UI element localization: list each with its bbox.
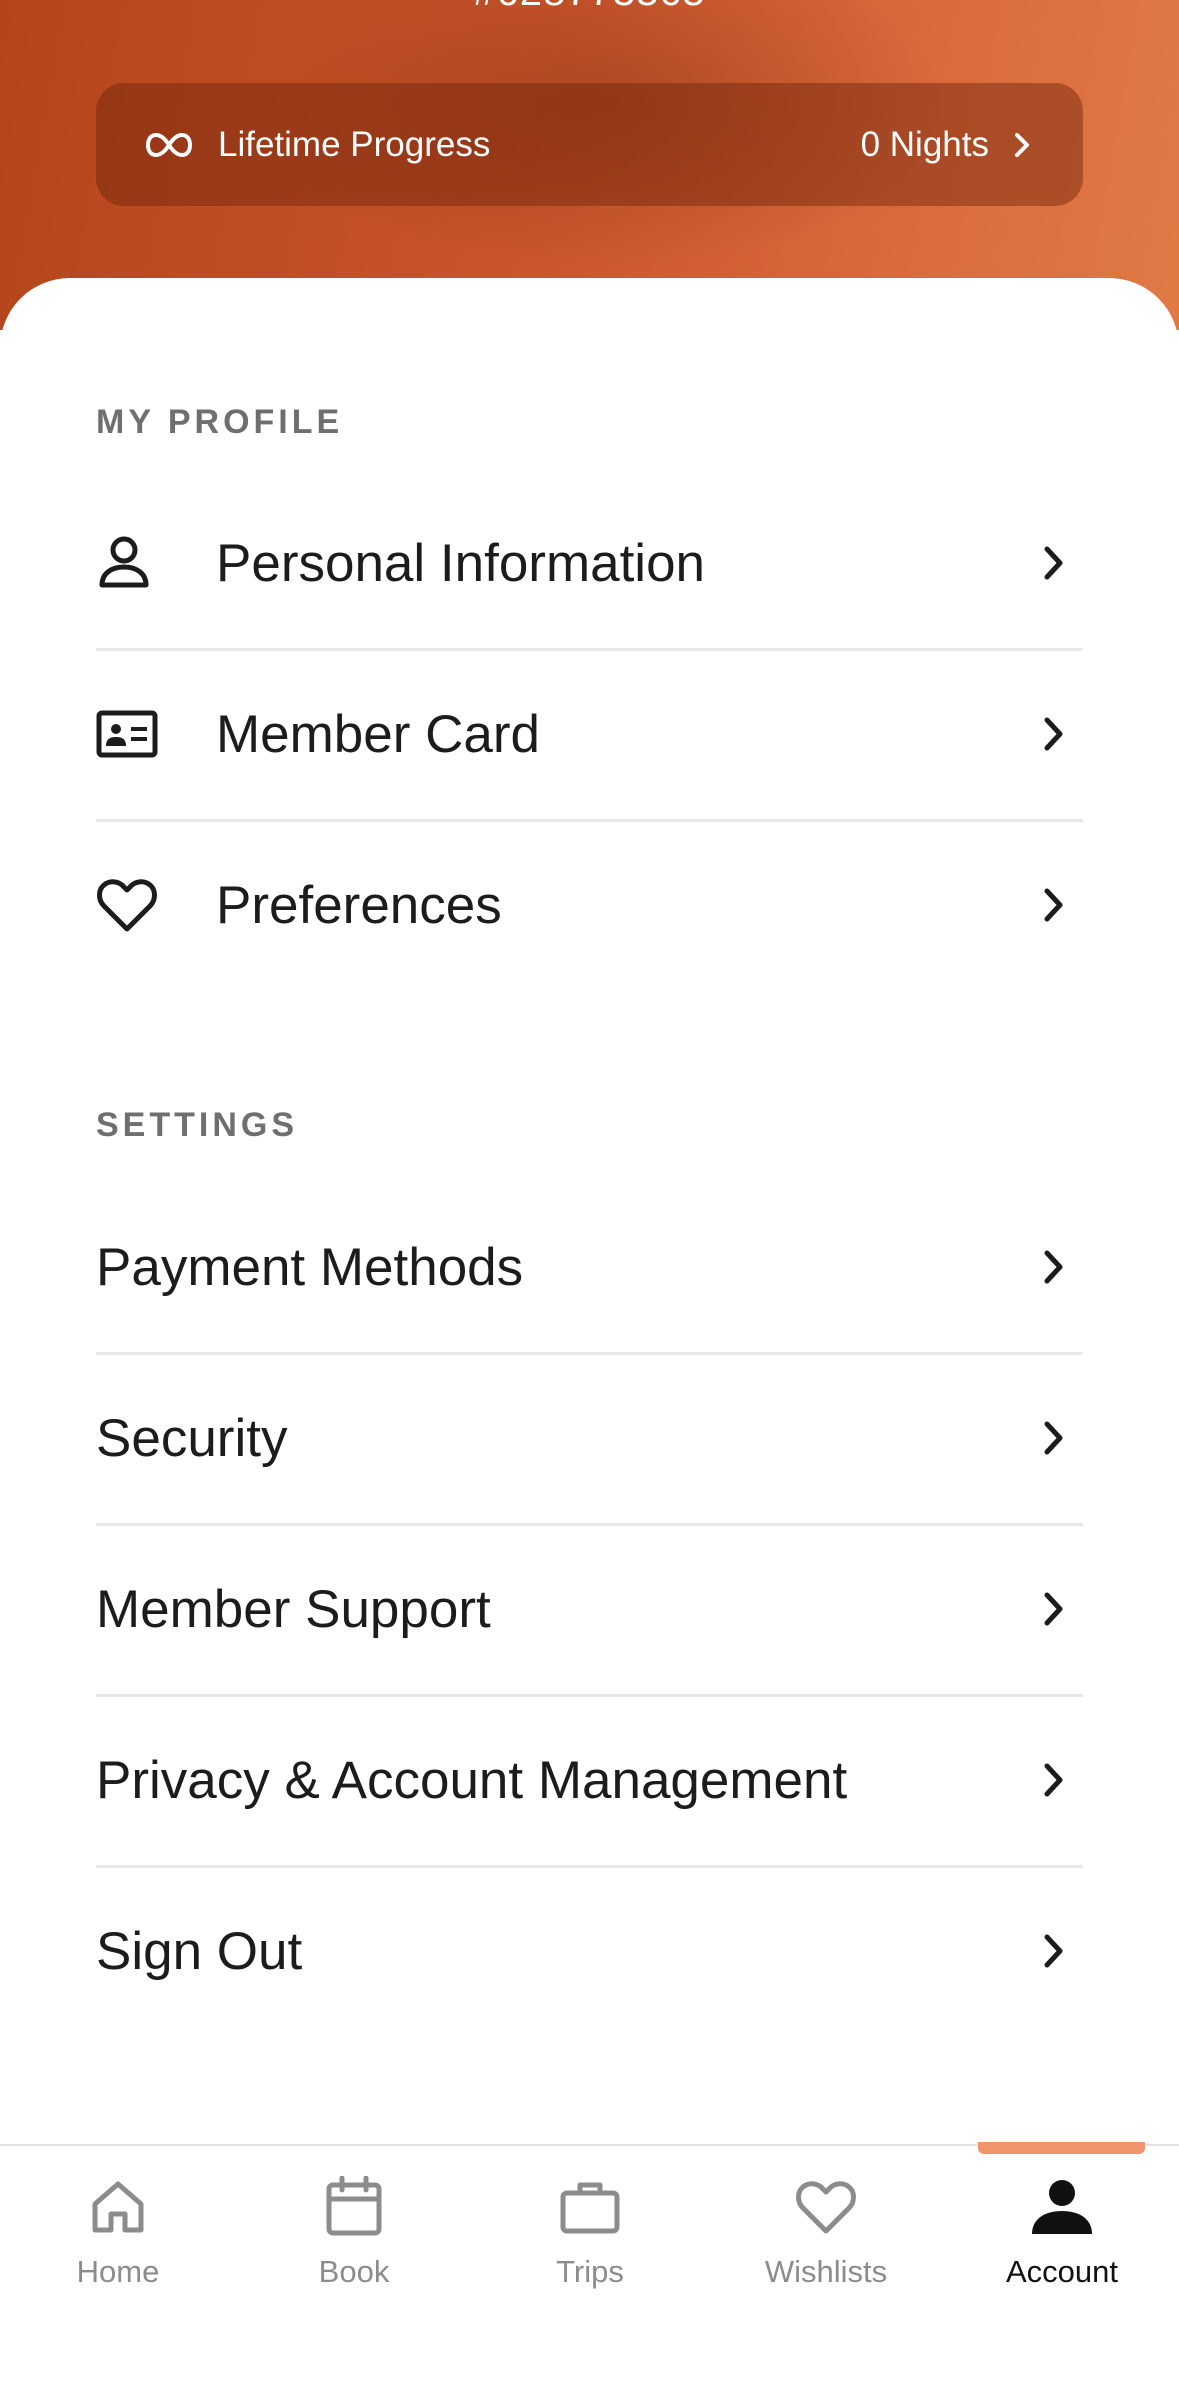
menu-item-label: Personal Information xyxy=(216,533,706,593)
menu-item-label: Payment Methods xyxy=(96,1237,524,1297)
menu-item-label: Preferences xyxy=(216,875,502,935)
tab-trips[interactable]: Trips xyxy=(472,2146,708,2316)
lifetime-progress-button[interactable]: Lifetime Progress 0 Nights xyxy=(96,83,1083,206)
menu-item-member-card[interactable]: Member Card xyxy=(96,649,1083,822)
chevron-right-icon xyxy=(1033,1585,1073,1633)
id-card-icon xyxy=(96,698,168,770)
tab-label: Account xyxy=(1005,2254,1118,2289)
tab-label: Trips xyxy=(556,2254,624,2289)
menu-item-privacy-account-management[interactable]: Privacy & Account Management xyxy=(96,1695,1083,1868)
menu-item-sign-out[interactable]: Sign Out xyxy=(96,1866,1083,2036)
tab-label: Home xyxy=(76,2254,160,2289)
bottom-tab-bar: Home Book Trips Wishlists Account xyxy=(0,2142,1179,2398)
chevron-right-icon xyxy=(1033,881,1073,929)
menu-item-member-support[interactable]: Member Support xyxy=(96,1524,1083,1697)
menu-item-label: Member Support xyxy=(96,1579,491,1639)
heart-icon xyxy=(791,2172,861,2242)
menu-item-label: Member Card xyxy=(216,704,540,764)
menu-item-label: Privacy & Account Management xyxy=(96,1750,848,1810)
menu-item-security[interactable]: Security xyxy=(96,1353,1083,1526)
chevron-right-icon xyxy=(1011,129,1035,161)
section-title-settings: SETTINGS xyxy=(96,1106,299,1144)
chevron-right-icon xyxy=(1033,539,1073,587)
calendar-icon xyxy=(319,2172,389,2242)
home-icon xyxy=(83,2172,153,2242)
account-sheet: MY PROFILE Personal Information Member C… xyxy=(0,278,1179,2148)
briefcase-icon xyxy=(555,2172,625,2242)
member-number: #628773365 xyxy=(0,0,1179,15)
person-icon xyxy=(96,527,168,599)
chevron-right-icon xyxy=(1033,1927,1073,1975)
tab-account[interactable]: Account xyxy=(944,2146,1179,2316)
person-icon xyxy=(1027,2172,1097,2242)
tab-wishlists[interactable]: Wishlists xyxy=(708,2146,944,2316)
progress-label: Lifetime Progress xyxy=(218,124,491,164)
menu-item-preferences[interactable]: Preferences xyxy=(96,820,1083,990)
section-title-my-profile: MY PROFILE xyxy=(96,403,344,441)
menu-item-label: Security xyxy=(96,1408,288,1468)
heart-icon xyxy=(96,869,168,941)
chevron-right-icon xyxy=(1033,1243,1073,1291)
chevron-right-icon xyxy=(1033,710,1073,758)
tab-home[interactable]: Home xyxy=(0,2146,236,2316)
tab-label: Book xyxy=(318,2254,390,2289)
progress-value: 0 Nights xyxy=(860,124,989,164)
tab-label: Wishlists xyxy=(764,2254,888,2289)
chevron-right-icon xyxy=(1033,1414,1073,1462)
infinity-icon xyxy=(144,130,194,160)
chevron-right-icon xyxy=(1033,1756,1073,1804)
menu-item-personal-information[interactable]: Personal Information xyxy=(96,478,1083,651)
menu-item-payment-methods[interactable]: Payment Methods xyxy=(96,1182,1083,1355)
menu-item-label: Sign Out xyxy=(96,1921,303,1981)
tab-book[interactable]: Book xyxy=(236,2146,472,2316)
